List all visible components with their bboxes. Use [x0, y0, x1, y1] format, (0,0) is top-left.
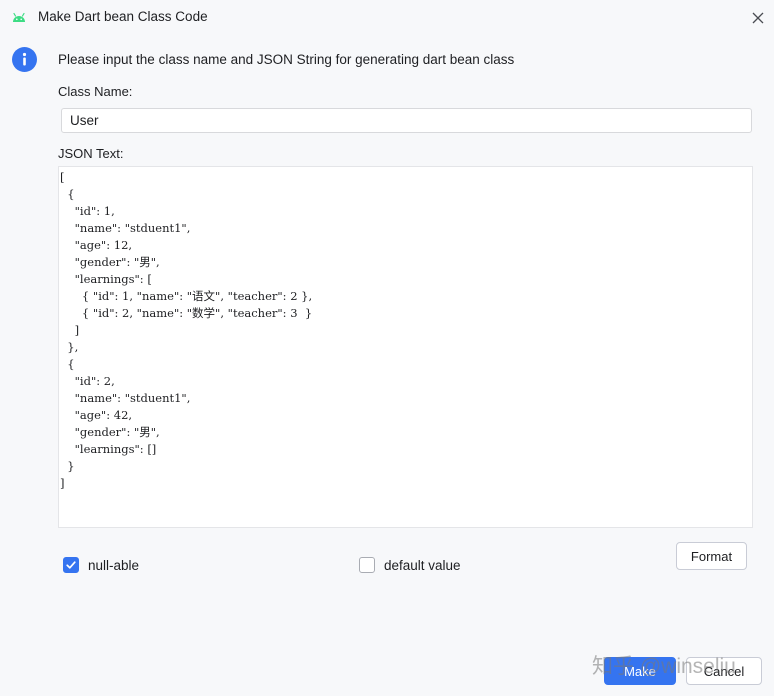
make-button[interactable]: Make: [604, 657, 676, 685]
info-message: Please input the class name and JSON Str…: [58, 52, 515, 67]
json-text-area[interactable]: [ { "id": 1, "name": "stduent1", "age": …: [58, 166, 753, 528]
make-dart-bean-dialog: Make Dart bean Class Code Please input t…: [0, 0, 774, 696]
android-icon: [13, 12, 25, 22]
default-value-label: default value: [384, 557, 461, 573]
null-able-option[interactable]: null-able: [63, 556, 139, 574]
close-icon[interactable]: [748, 8, 768, 28]
title-bar: Make Dart bean Class Code: [0, 0, 774, 36]
checkmark-icon: [66, 561, 76, 569]
default-value-option[interactable]: default value: [359, 556, 461, 574]
class-name-input[interactable]: [61, 108, 752, 133]
null-able-label: null-able: [88, 557, 140, 573]
cancel-button[interactable]: Cancel: [686, 657, 762, 685]
class-name-label: Class Name:: [58, 84, 133, 99]
format-button[interactable]: Format: [676, 542, 747, 570]
json-text-label: JSON Text:: [58, 146, 124, 161]
info-icon: [12, 47, 37, 72]
dialog-title: Make Dart bean Class Code: [38, 9, 208, 24]
null-able-checkbox[interactable]: [63, 557, 79, 573]
default-value-checkbox[interactable]: [359, 557, 375, 573]
